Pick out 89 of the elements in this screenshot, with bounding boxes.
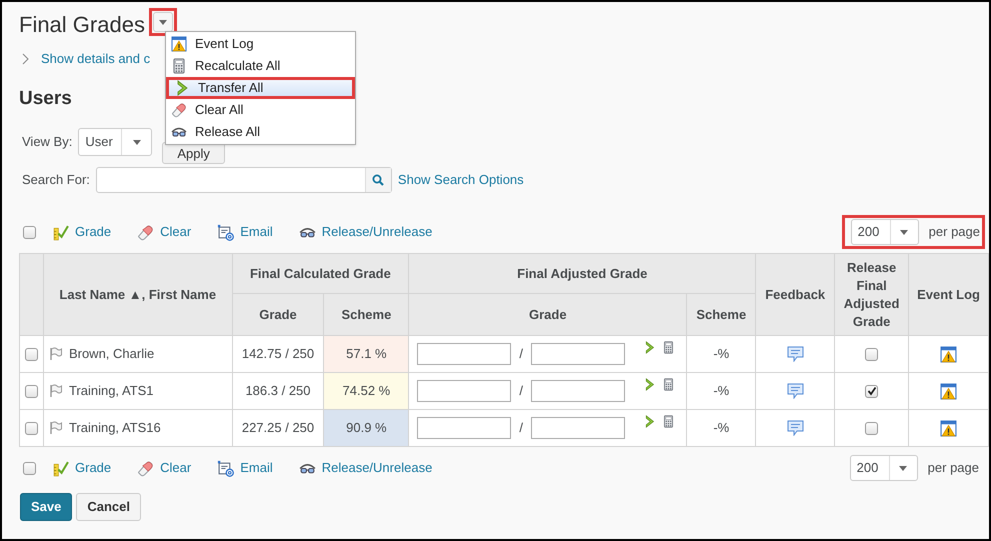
grade-input[interactable] bbox=[417, 417, 512, 439]
header-cell: Scheme bbox=[686, 294, 756, 336]
header-cell[interactable]: Last Name ▲, First Name bbox=[43, 254, 232, 336]
scheme-cell: -% bbox=[686, 372, 756, 410]
header-cell: Grade bbox=[408, 294, 687, 336]
scheme-cell: 90.9 % bbox=[324, 410, 409, 446]
checkbox[interactable] bbox=[865, 422, 878, 434]
menu-item[interactable]: Recalculate All bbox=[166, 55, 355, 77]
header-cell: Feedback bbox=[756, 254, 835, 336]
toolbar-link[interactable]: Grade bbox=[75, 458, 112, 478]
toolbar-link[interactable]: Release/Unrelease bbox=[322, 458, 432, 478]
separator-text: / bbox=[519, 382, 523, 400]
menu-button[interactable] bbox=[152, 12, 173, 32]
separator-text: / bbox=[519, 345, 523, 364]
form-button[interactable]: Save bbox=[20, 493, 72, 521]
flag-icon bbox=[48, 347, 63, 361]
per-page-select[interactable]: 200 bbox=[850, 455, 918, 481]
email-document-icon bbox=[217, 460, 234, 476]
grade-input[interactable] bbox=[530, 343, 625, 365]
menu-item[interactable]: Release All bbox=[166, 121, 355, 143]
view-by-select[interactable]: User bbox=[78, 128, 152, 156]
caret-down-icon bbox=[158, 20, 167, 24]
search-button[interactable] bbox=[364, 168, 391, 192]
menu-item[interactable]: Clear All bbox=[166, 99, 355, 121]
event-log-icon[interactable] bbox=[940, 420, 958, 436]
scheme-cell: 74.52 % bbox=[324, 372, 409, 410]
header-cell: Final Calculated Grade bbox=[232, 254, 409, 294]
search-options-link[interactable]: Show Search Options bbox=[398, 170, 524, 190]
speech-bubble-icon[interactable] bbox=[786, 346, 804, 362]
ruler-check-icon bbox=[52, 224, 69, 240]
header-cell: Event Log bbox=[908, 254, 988, 336]
per-page-label: per page bbox=[928, 223, 980, 242]
event-log-icon[interactable] bbox=[940, 382, 958, 400]
menu-item[interactable]: Event Log bbox=[166, 33, 355, 55]
calculator-icon bbox=[662, 415, 675, 428]
grade-input[interactable] bbox=[530, 417, 625, 439]
scheme-cell: -% bbox=[686, 336, 756, 372]
toolbar-link[interactable]: Grade bbox=[75, 222, 112, 242]
menu-item[interactable]: Transfer All bbox=[166, 77, 355, 99]
checkbox[interactable] bbox=[24, 384, 38, 398]
calculator-icon bbox=[662, 341, 675, 354]
event-log-icon[interactable] bbox=[940, 346, 958, 362]
header-cell: Final Adjusted Grade bbox=[408, 254, 756, 294]
checkbox[interactable] bbox=[24, 422, 38, 434]
chevron-right-icon bbox=[22, 53, 29, 65]
toolbar-link[interactable]: Clear bbox=[160, 458, 192, 478]
calculator-icon bbox=[171, 58, 187, 74]
field-label: Search For: bbox=[22, 171, 90, 190]
checkbox[interactable] bbox=[24, 348, 38, 360]
ruler-check-icon bbox=[52, 460, 69, 476]
form-button[interactable]: Cancel bbox=[76, 493, 142, 521]
details-link[interactable]: Show details and c bbox=[41, 49, 150, 69]
eraser-icon bbox=[171, 102, 187, 118]
email-document-icon bbox=[217, 224, 234, 240]
header-cell: Release Final Adjusted Grade bbox=[834, 254, 909, 336]
header-cell: Grade bbox=[232, 294, 324, 336]
per-page-label: per page bbox=[928, 459, 979, 478]
caret-down-icon bbox=[899, 466, 908, 470]
scheme-cell: -% bbox=[686, 410, 756, 446]
field-label: View By: bbox=[22, 133, 72, 152]
flag-icon bbox=[48, 421, 63, 435]
eraser-icon bbox=[137, 460, 154, 476]
per-page-select[interactable]: 200 bbox=[850, 219, 919, 245]
event-log-icon bbox=[171, 36, 187, 52]
checkbox[interactable] bbox=[23, 462, 36, 474]
caret-down-icon bbox=[132, 140, 141, 144]
grade-input[interactable] bbox=[417, 380, 512, 402]
header-cell: Scheme bbox=[324, 294, 409, 336]
toolbar-link[interactable]: Email bbox=[240, 458, 273, 478]
scheme-cell: 57.1 % bbox=[324, 336, 409, 372]
search-icon bbox=[372, 174, 384, 186]
flag-icon bbox=[48, 384, 63, 398]
page-title: Final Grades bbox=[19, 12, 145, 38]
caret-down-icon bbox=[900, 230, 908, 234]
eraser-icon bbox=[137, 224, 154, 240]
search-field[interactable] bbox=[96, 167, 392, 193]
section-title: Users bbox=[19, 87, 72, 111]
grade-input[interactable] bbox=[530, 380, 625, 402]
checkbox[interactable] bbox=[865, 348, 878, 360]
separator-text: / bbox=[519, 419, 523, 438]
toolbar-link[interactable]: Clear bbox=[160, 222, 192, 242]
speech-bubble-icon[interactable] bbox=[786, 383, 804, 399]
checkbox[interactable] bbox=[23, 226, 36, 238]
toolbar-link[interactable]: Release/Unrelease bbox=[322, 222, 432, 242]
calculator-icon bbox=[662, 378, 675, 391]
grade-input[interactable] bbox=[417, 343, 512, 365]
toolbar-link[interactable]: Email bbox=[240, 222, 273, 242]
checkbox[interactable] bbox=[865, 384, 878, 398]
speech-bubble-icon[interactable] bbox=[786, 420, 804, 436]
